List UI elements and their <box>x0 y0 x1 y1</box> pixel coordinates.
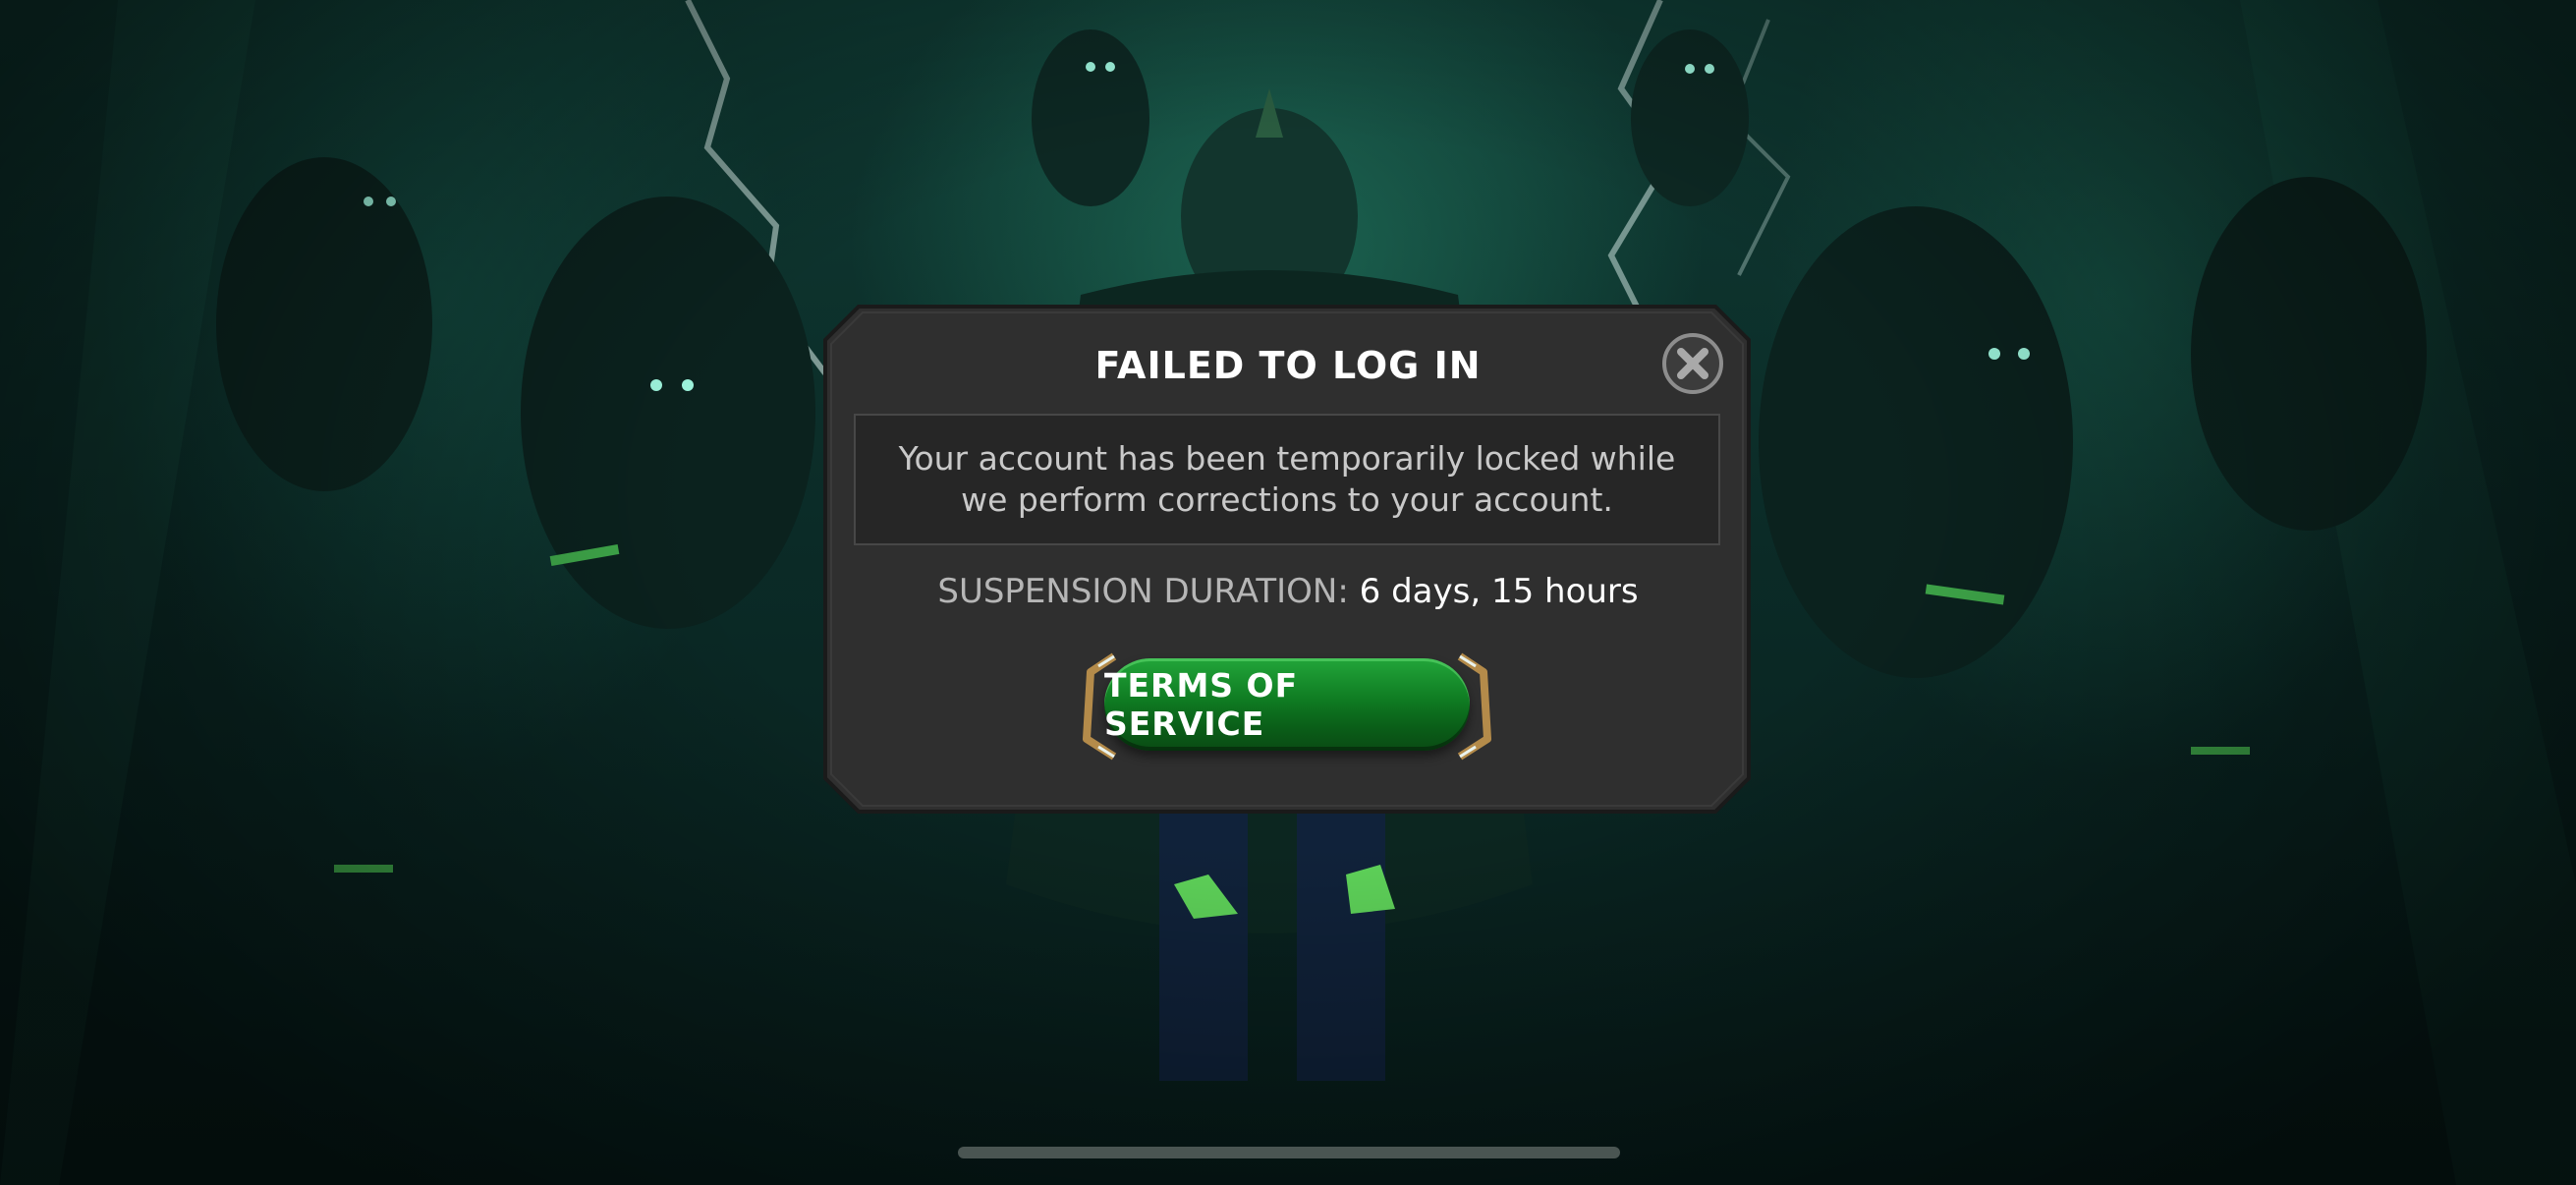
suspension-label: SUSPENSION DURATION: <box>937 572 1349 611</box>
terms-of-service-label: TERMS OF SERVICE <box>1104 666 1299 743</box>
dialog-title: FAILED TO LOG IN <box>1094 344 1482 387</box>
terms-of-service-button[interactable]: TERMS OF SERVICE <box>1104 658 1470 751</box>
suspension-duration: SUSPENSION DURATION: 6 days, 15 hours <box>0 572 2576 611</box>
home-indicator[interactable] <box>958 1147 1620 1158</box>
close-icon <box>1677 348 1708 379</box>
suspension-value: 6 days, 15 hours <box>1359 572 1639 611</box>
close-button[interactable] <box>1662 333 1723 394</box>
message-box: Your account has been temporarily locked… <box>854 414 1720 545</box>
terms-of-service-control: TERMS OF SERVICE <box>1075 650 1499 761</box>
lock-message: Your account has been temporarily locked… <box>898 439 1676 519</box>
